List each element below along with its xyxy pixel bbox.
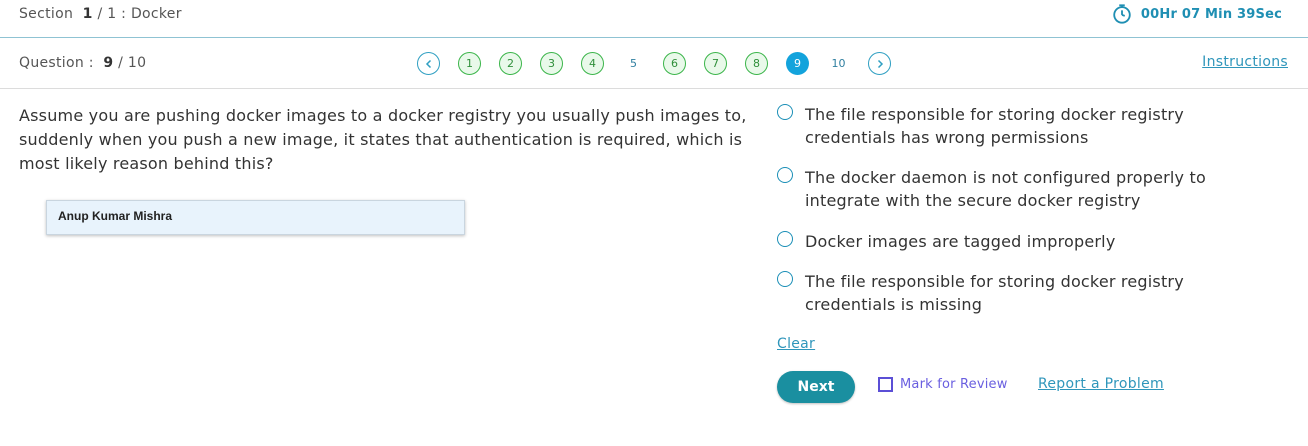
question-page-6[interactable]: 6 — [663, 52, 686, 75]
option-text: Docker images are tagged improperly — [805, 232, 1116, 251]
review-checkbox[interactable] — [878, 377, 893, 392]
top-bar: Section 1 / 1 : Docker 00Hr 07 Min 39Sec — [0, 0, 1308, 38]
instructions-link[interactable]: Instructions — [1202, 54, 1288, 70]
radio-button[interactable] — [777, 231, 793, 247]
question-page-10[interactable]: 10 — [827, 52, 850, 75]
chevron-right-icon — [877, 59, 883, 68]
question-page-7[interactable]: 7 — [704, 52, 727, 75]
radio-button[interactable] — [777, 167, 793, 183]
question-pager: 1 2 3 4 5 6 7 8 9 10 — [417, 52, 909, 75]
question-page-1[interactable]: 1 — [458, 52, 481, 75]
question-page-2[interactable]: 2 — [499, 52, 522, 75]
report-problem-link[interactable]: Report a Problem — [1038, 376, 1164, 392]
option-4[interactable]: The file responsible for storing docker … — [777, 270, 1265, 316]
clear-link[interactable]: Clear — [777, 336, 815, 352]
question-page-4[interactable]: 4 — [581, 52, 604, 75]
timer: 00Hr 07 Min 39Sec — [1111, 3, 1282, 25]
section-index: 1 — [82, 6, 93, 22]
user-name: Anup Kumar Mishra — [58, 209, 173, 223]
radio-button[interactable] — [777, 104, 793, 120]
question-page-3[interactable]: 3 — [540, 52, 563, 75]
question-page-8[interactable]: 8 — [745, 52, 768, 75]
review-label: Mark for Review — [900, 377, 1008, 392]
question-counter-label: Question : — [19, 55, 94, 71]
chevron-left-icon — [425, 59, 431, 68]
prev-question-button[interactable] — [417, 52, 440, 75]
question-current: 9 — [103, 55, 114, 71]
question-page-9[interactable]: 9 — [786, 52, 809, 75]
question-counter: Question : 9 / 10 — [19, 55, 146, 71]
timer-text: 00Hr 07 Min 39Sec — [1140, 6, 1282, 22]
question-bar: Question : 9 / 10 1 2 3 4 5 6 7 8 9 10 I… — [0, 39, 1308, 89]
option-text: The file responsible for storing docker … — [805, 272, 1184, 314]
option-3[interactable]: Docker images are tagged improperly — [777, 230, 1265, 253]
option-text: The docker daemon is not configured prop… — [805, 168, 1206, 210]
user-watermark: Anup Kumar Mishra — [46, 200, 465, 235]
mark-for-review[interactable]: Mark for Review — [878, 377, 1008, 392]
stopwatch-icon — [1113, 4, 1131, 24]
question-page-5[interactable]: 5 — [622, 52, 645, 75]
section-total: / 1 : Docker — [97, 6, 182, 22]
option-1[interactable]: The file responsible for storing docker … — [777, 103, 1265, 149]
section-prefix: Section — [19, 6, 74, 22]
option-text: The file responsible for storing docker … — [805, 105, 1184, 147]
next-button[interactable]: Next — [777, 371, 855, 403]
radio-button[interactable] — [777, 271, 793, 287]
question-total: / 10 — [118, 55, 147, 71]
next-question-nav-button[interactable] — [868, 52, 891, 75]
option-2[interactable]: The docker daemon is not configured prop… — [777, 166, 1265, 212]
section-label: Section 1 / 1 : Docker — [19, 6, 182, 22]
question-text: Assume you are pushing docker images to … — [19, 106, 747, 173]
